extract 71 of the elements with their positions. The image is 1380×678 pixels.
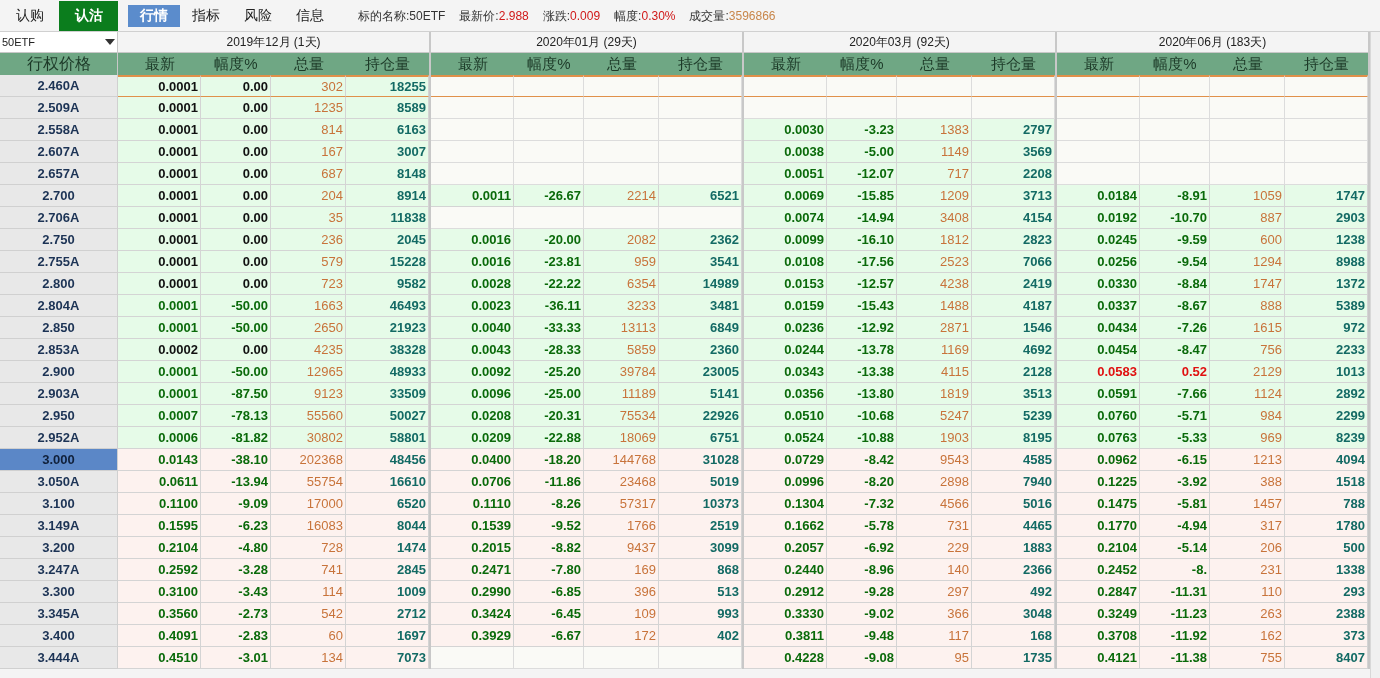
- quote-label: 标的名称:: [358, 7, 410, 25]
- strike-cell[interactable]: 3.444A: [0, 647, 118, 669]
- strike-cell[interactable]: 3.149A: [0, 515, 118, 537]
- table-cell: 0.4510: [118, 647, 201, 669]
- strike-cell[interactable]: 3.247A: [0, 559, 118, 581]
- strike-cell[interactable]: 3.000: [0, 449, 118, 471]
- strike-cell[interactable]: 2.800: [0, 273, 118, 295]
- strike-cell[interactable]: 3.345A: [0, 603, 118, 625]
- table-cell: 8407: [1285, 647, 1368, 669]
- view-tab[interactable]: 风险: [232, 4, 284, 27]
- column-header: 幅度%: [839, 53, 885, 74]
- column-header: 总量: [918, 53, 951, 74]
- strike-cell[interactable]: 2.950: [0, 405, 118, 427]
- strike-cell[interactable]: 3.300: [0, 581, 118, 603]
- strike-cell[interactable]: 3.400: [0, 625, 118, 647]
- strike-cell[interactable]: 2.657A: [0, 163, 118, 185]
- column-header: 幅度%: [1152, 53, 1198, 74]
- column-header: 总量: [1231, 53, 1264, 74]
- strike-cell[interactable]: 2.706A: [0, 207, 118, 229]
- view-tab[interactable]: 信息: [284, 4, 336, 27]
- column-header: 幅度%: [526, 53, 572, 74]
- quote-label: 涨跌:: [542, 7, 571, 25]
- column-header: 幅度%: [213, 53, 259, 74]
- table-cell: 1735: [972, 647, 1055, 669]
- strike-cell[interactable]: 3.100: [0, 493, 118, 515]
- column-header: 总量: [605, 53, 638, 74]
- strike-cell[interactable]: 3.050A: [0, 471, 118, 493]
- strike-cell[interactable]: 2.755A: [0, 251, 118, 273]
- table-cell: 95: [897, 647, 972, 669]
- option-tab[interactable]: 认沽: [59, 0, 118, 31]
- strike-cell[interactable]: 2.509A: [0, 97, 118, 119]
- view-tab[interactable]: 指标: [180, 4, 232, 27]
- table-cell: 0.4228: [744, 647, 827, 669]
- strike-cell[interactable]: 2.607A: [0, 141, 118, 163]
- strike-cell[interactable]: 2.900: [0, 361, 118, 383]
- column-header: 最新: [1082, 53, 1115, 74]
- underlying-dropdown[interactable]: 50ETF: [0, 32, 118, 53]
- column-header: 持仓量: [677, 53, 724, 74]
- quote-value: 0.30%: [641, 7, 676, 25]
- table-cell: -11.38: [1140, 647, 1210, 669]
- strike-cell[interactable]: 2.804A: [0, 295, 118, 317]
- strike-cell[interactable]: 2.558A: [0, 119, 118, 141]
- quote-value: 0.009: [570, 7, 601, 25]
- table-cell: 0.4121: [1057, 647, 1140, 669]
- strike-cell[interactable]: 2.853A: [0, 339, 118, 361]
- strike-cell[interactable]: 3.200: [0, 537, 118, 559]
- scrollbar[interactable]: [1370, 32, 1380, 678]
- table-cell: -9.08: [827, 647, 897, 669]
- table-cell: -3.01: [201, 647, 271, 669]
- column-header: 持仓量: [990, 53, 1037, 74]
- quote-value: 3596866: [728, 7, 776, 25]
- strike-cell[interactable]: 2.700: [0, 185, 118, 207]
- strike-cell[interactable]: 2.903A: [0, 383, 118, 405]
- quote-value: 50ETF: [409, 7, 446, 25]
- strike-cell[interactable]: 2.750: [0, 229, 118, 251]
- column-header: 总量: [292, 53, 325, 74]
- caret-icon: [105, 39, 115, 45]
- strike-cell[interactable]: 2.850: [0, 317, 118, 339]
- column-header: 持仓量: [364, 53, 411, 74]
- quote-label: 成交量:: [689, 7, 729, 25]
- table-cell: 755: [1210, 647, 1285, 669]
- column-header: 最新: [143, 53, 176, 74]
- column-header: 最新: [769, 53, 802, 74]
- table-cell: 7073: [346, 647, 429, 669]
- strike-cell[interactable]: 2.460A: [0, 75, 118, 97]
- table-cell: 134: [271, 647, 346, 669]
- column-header: 持仓量: [1303, 53, 1350, 74]
- quote-label: 幅度:: [614, 7, 642, 25]
- column-header: 最新: [456, 53, 489, 74]
- quote-label: 最新价:: [459, 7, 499, 25]
- strike-cell[interactable]: 2.952A: [0, 427, 118, 449]
